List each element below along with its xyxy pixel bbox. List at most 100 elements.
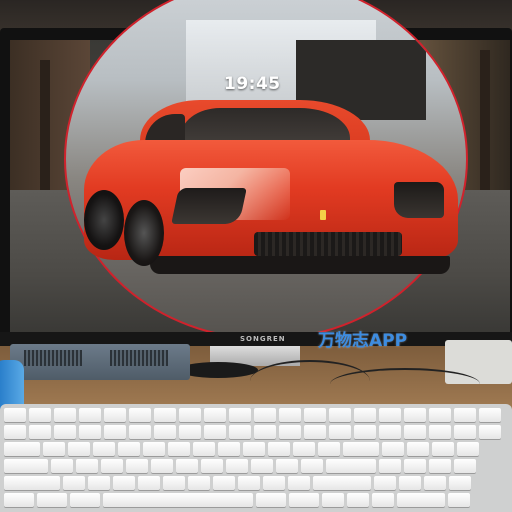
key — [256, 493, 286, 507]
speaker-vent — [110, 350, 168, 366]
key — [318, 442, 340, 456]
key — [4, 408, 26, 422]
key — [4, 442, 40, 456]
key — [154, 425, 176, 439]
key — [129, 408, 151, 422]
key — [79, 408, 101, 422]
speaker-vent — [24, 350, 82, 366]
key — [218, 442, 240, 456]
key — [479, 425, 501, 439]
key — [79, 425, 101, 439]
key — [326, 459, 376, 473]
key — [243, 442, 265, 456]
key — [4, 493, 34, 507]
key — [4, 425, 26, 439]
key — [88, 476, 110, 490]
key — [37, 493, 67, 507]
key — [51, 459, 73, 473]
key — [254, 408, 276, 422]
key — [379, 459, 401, 473]
key — [407, 442, 429, 456]
key — [374, 476, 396, 490]
left-pillar — [40, 60, 50, 200]
key — [29, 408, 51, 422]
key — [429, 459, 451, 473]
key — [229, 425, 251, 439]
key — [126, 459, 148, 473]
keyboard-row — [4, 493, 470, 507]
key — [68, 442, 90, 456]
monitor-brand-logo: SONGREN — [240, 335, 286, 343]
key — [329, 408, 351, 422]
key — [379, 425, 401, 439]
key — [372, 493, 394, 507]
right-headlight — [394, 182, 444, 218]
key — [63, 476, 85, 490]
key — [404, 425, 426, 439]
key — [432, 442, 454, 456]
key — [179, 408, 201, 422]
key — [454, 425, 476, 439]
keyboard-row — [4, 459, 476, 473]
key — [397, 493, 445, 507]
key — [138, 476, 160, 490]
keyboard-row — [4, 425, 501, 439]
rear-wheel — [84, 190, 124, 250]
spacebar-key — [103, 493, 253, 507]
key — [429, 425, 451, 439]
key — [54, 408, 76, 422]
right-pillar — [480, 50, 490, 210]
key — [448, 493, 470, 507]
key — [4, 476, 60, 490]
key — [263, 476, 285, 490]
key — [329, 425, 351, 439]
key — [276, 459, 298, 473]
key — [54, 425, 76, 439]
screen-clock: 19:45 — [224, 74, 281, 94]
key — [154, 408, 176, 422]
key — [404, 408, 426, 422]
key — [347, 493, 369, 507]
key — [43, 442, 65, 456]
key — [4, 459, 48, 473]
key — [204, 425, 226, 439]
key — [404, 459, 426, 473]
key — [382, 442, 404, 456]
key — [188, 476, 210, 490]
key — [204, 408, 226, 422]
key — [93, 442, 115, 456]
key — [479, 408, 501, 422]
key — [29, 425, 51, 439]
keyboard-row — [4, 408, 501, 422]
key — [254, 425, 276, 439]
key — [251, 459, 273, 473]
key — [226, 459, 248, 473]
key — [104, 408, 126, 422]
key — [304, 408, 326, 422]
keyboard-row — [4, 476, 471, 490]
key — [151, 459, 173, 473]
key — [101, 459, 123, 473]
key — [288, 476, 310, 490]
cable — [330, 368, 480, 400]
watermark: 万物志APP — [318, 331, 408, 351]
key — [104, 425, 126, 439]
key — [399, 476, 421, 490]
key — [289, 493, 319, 507]
key — [118, 442, 140, 456]
key — [279, 425, 301, 439]
key — [304, 425, 326, 439]
key — [176, 459, 198, 473]
key — [213, 476, 235, 490]
key — [229, 408, 251, 422]
key — [424, 476, 446, 490]
key — [279, 408, 301, 422]
key — [379, 408, 401, 422]
key — [454, 408, 476, 422]
key — [343, 442, 379, 456]
key — [76, 459, 98, 473]
monitor-stand-base — [178, 362, 258, 378]
key — [449, 476, 471, 490]
key — [354, 408, 376, 422]
key — [163, 476, 185, 490]
